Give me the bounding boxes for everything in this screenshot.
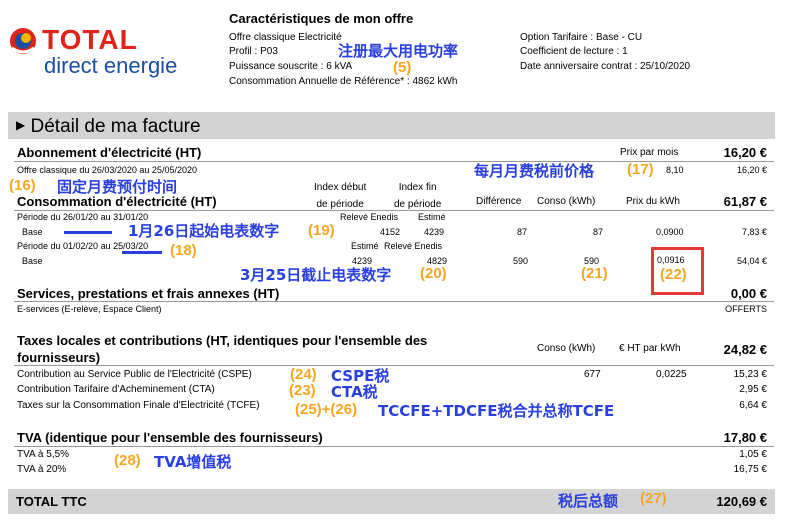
services-title: Services, prestations et frais annexes (… xyxy=(17,286,280,301)
tax-row-price: 0,0225 xyxy=(656,369,687,380)
annotation-n25-26: (25)+(26) xyxy=(295,401,358,418)
divider xyxy=(14,161,774,162)
offer-title: Caractéristiques de mon offre xyxy=(229,11,414,26)
annotation-cta: CTA税 xyxy=(331,383,378,401)
divider xyxy=(14,365,774,366)
grand-total-label: TOTAL TTC xyxy=(16,494,87,509)
tva-title: TVA (identique pour l'ensemble des fourn… xyxy=(17,430,323,445)
logo-sub: direct energie xyxy=(44,53,178,78)
annotation-n28: (28) xyxy=(114,452,141,469)
conso-header-index-debut: Index début de période xyxy=(314,182,367,210)
tax-row-label: Taxes sur la Consommation Finale d'Elect… xyxy=(17,400,260,411)
annotation-n21: (21) xyxy=(581,265,608,282)
annotation-end-index: 3月25日截止电表数字 xyxy=(240,266,392,284)
period1-prix: 0,0900 xyxy=(656,227,684,237)
services-line-label: E-services (E-relève, Espace Client) xyxy=(17,304,162,314)
taxes-header-price: € HT par kWh xyxy=(619,343,681,354)
offer-line-4: Consommation Annuelle de Référence* : 48… xyxy=(229,76,458,87)
annotation-aftertax: 税后总额 xyxy=(558,492,619,510)
detail-title-text: Détail de ma facture xyxy=(30,116,201,137)
tva-total: 17,80 € xyxy=(723,430,767,445)
divider xyxy=(14,210,774,211)
period1-fin: 4239 xyxy=(424,227,445,237)
offer-line-3: Puissance souscrite : 6 kVA xyxy=(229,61,353,72)
period2-src-debut: Estimé xyxy=(351,241,379,251)
tva-row-total: 1,05 € xyxy=(739,449,767,460)
annotation-tva: TVA增值税 xyxy=(154,453,232,471)
detail-title: ▶ Détail de ma facture xyxy=(16,116,201,138)
abonnement-title: Abonnement d'électricité (HT) xyxy=(17,145,202,160)
offer-line-2: Profil : P03 xyxy=(229,46,278,57)
annotation-n23: (23) xyxy=(289,382,316,399)
conso-total: 61,87 € xyxy=(723,194,767,209)
tax-row-total: 6,64 € xyxy=(739,400,767,411)
triangle-right-icon: ▶ xyxy=(16,118,26,132)
conso-title: Consommation d'électricité (HT) xyxy=(17,194,217,209)
annotation-start-index: 1月26日起始电表数字 xyxy=(128,222,280,240)
taxes-total: 24,82 € xyxy=(723,342,767,357)
abonnement-total: 16,20 € xyxy=(723,145,767,160)
divider xyxy=(14,446,774,447)
total-logo: TOTAL direct energie xyxy=(8,20,198,80)
period1-total: 7,83 € xyxy=(741,227,767,237)
annotation-n27: (27) xyxy=(640,490,667,507)
tax-row-label: Contribution au Service Public de l'Elec… xyxy=(17,369,252,380)
abonnement-line-price: 8,10 xyxy=(666,165,684,175)
tax-row-total: 15,23 € xyxy=(733,369,767,380)
tva-row-label: TVA à 20% xyxy=(17,464,67,475)
period1-debut: 4152 xyxy=(380,227,401,237)
offer-line-1: Offre classique Electricité xyxy=(229,32,342,43)
total-logo-icon xyxy=(10,28,36,54)
grand-total-value: 120,69 € xyxy=(716,494,767,509)
annotation-tcfe: TCCFE+TDCFE税合并总称TCFE xyxy=(378,402,615,420)
divider xyxy=(14,301,774,302)
annotation-underline-1 xyxy=(64,231,112,234)
period2-row-label: Base xyxy=(22,256,43,266)
tva-row-total: 16,75 € xyxy=(733,464,767,475)
annotation-n24: (24) xyxy=(290,366,317,383)
conso-header-difference: Différence xyxy=(476,196,522,207)
abonnement-price-header: Prix par mois xyxy=(620,147,679,158)
abonnement-line-total: 16,20 € xyxy=(736,165,767,175)
period2-difference: 590 xyxy=(513,256,529,266)
tax-row-label: Contribution Tarifaire d'Acheminement (C… xyxy=(17,384,215,395)
annotation-n18: (18) xyxy=(170,242,197,259)
offer-right-1: Option Tarifaire : Base - CU xyxy=(520,32,643,43)
tva-row-label: TVA à 5,5% xyxy=(17,449,70,460)
annotation-n17: (17) xyxy=(627,161,654,178)
annotation-n20: (20) xyxy=(420,265,447,282)
conso-header-prix: Prix du kWh xyxy=(626,196,680,207)
annotation-n19: (19) xyxy=(308,222,335,239)
annotation-underline-2 xyxy=(122,251,162,254)
annotation-monthly: 每月月费税前价格 xyxy=(474,162,595,180)
period1-conso: 87 xyxy=(593,227,604,237)
period2-total: 54,04 € xyxy=(736,256,767,266)
offer-right-2: Coefficient de lecture : 1 xyxy=(520,46,628,57)
period1-row-label: Base xyxy=(22,227,43,237)
period2-prix: 0,0916 xyxy=(657,255,685,265)
conso-header-conso: Conso (kWh) xyxy=(537,196,596,207)
abonnement-line-label: Offre classique du 26/03/2020 au 25/05/2… xyxy=(17,165,197,175)
period2-label: Période du 01/02/20 au 25/03/20 xyxy=(17,241,149,251)
annotation-n16: (16) xyxy=(9,177,36,194)
annotation-power: 注册最大用电功率 xyxy=(338,42,459,60)
logo-brand: TOTAL xyxy=(42,24,138,55)
tax-row-total: 2,95 € xyxy=(739,384,767,395)
taxes-title-line2: fournisseurs) xyxy=(17,350,101,365)
period2-src-fin: Relevé Enedis xyxy=(384,241,443,251)
period1-src-fin: Estimé xyxy=(418,212,446,222)
services-line-value: OFFERTS xyxy=(725,304,767,314)
offer-right-3: Date anniversaire contrat : 25/10/2020 xyxy=(520,61,691,72)
taxes-title-line1: Taxes locales et contributions (HT, iden… xyxy=(17,333,428,348)
period1-src-debut: Relevé Enedis xyxy=(340,212,399,222)
annotation-n22: (22) xyxy=(660,266,687,283)
tax-row-conso: 677 xyxy=(584,369,601,380)
conso-header-index-fin: Index fin de période xyxy=(394,182,442,210)
period1-difference: 87 xyxy=(517,227,528,237)
taxes-header-conso: Conso (kWh) xyxy=(537,343,596,354)
services-total: 0,00 € xyxy=(730,286,767,301)
annotation-n5: (5) xyxy=(393,59,412,76)
